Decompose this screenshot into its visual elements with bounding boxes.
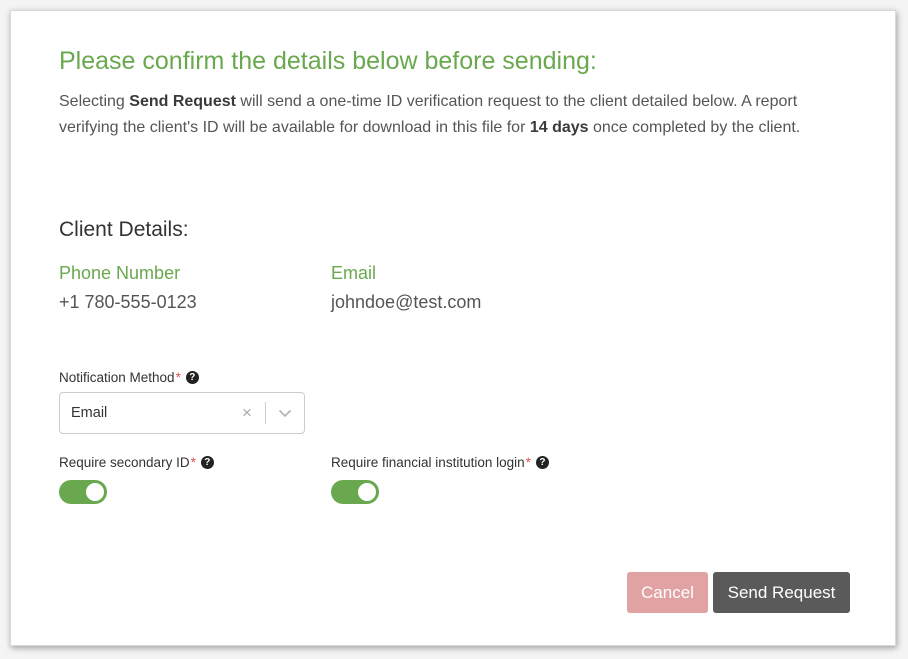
- financial-login-toggle[interactable]: [331, 480, 379, 504]
- phone-number-value: +1 780-555-0123: [59, 292, 197, 312]
- intro-bold-days: 14 days: [529, 119, 589, 136]
- dialog-title: Please confirm the details below before …: [59, 47, 597, 75]
- required-marker: *: [175, 370, 181, 385]
- email-value: johndoe@test.com: [331, 292, 482, 312]
- question-circle-icon[interactable]: ?: [535, 456, 549, 469]
- notification-method-label: Notification Method *?: [59, 370, 199, 385]
- required-marker: *: [525, 455, 531, 470]
- email-label: Email: [331, 263, 377, 283]
- toggle-knob: [358, 483, 376, 501]
- notification-method-select[interactable]: Email ×: [59, 392, 305, 434]
- question-circle-icon[interactable]: ?: [200, 456, 214, 469]
- phone-number-label: Phone Number: [59, 263, 181, 283]
- close-icon[interactable]: ×: [237, 403, 257, 423]
- confirm-dialog: Please confirm the details below before …: [10, 10, 896, 646]
- client-details-heading: Client Details:: [59, 218, 189, 241]
- intro-bold-send-request: Send Request: [129, 93, 236, 110]
- intro-text-3: once completed by the client.: [588, 119, 801, 136]
- notification-method-value: Email: [71, 405, 108, 421]
- dialog-intro: Selecting Send Request will send a one-t…: [59, 89, 849, 141]
- financial-login-label-text: Require financial institution login: [331, 455, 525, 470]
- toggle-knob: [86, 483, 104, 501]
- intro-text-1: Selecting: [59, 93, 130, 110]
- question-circle-icon[interactable]: ?: [185, 371, 199, 384]
- financial-login-label: Require financial institution login *?: [331, 455, 549, 470]
- chevron-down-icon[interactable]: [266, 409, 304, 418]
- secondary-id-label-text: Require secondary ID: [59, 455, 190, 470]
- required-marker: *: [190, 455, 196, 470]
- secondary-id-toggle[interactable]: [59, 480, 107, 504]
- send-request-button[interactable]: Send Request: [713, 572, 850, 613]
- notification-method-label-text: Notification Method: [59, 370, 175, 385]
- cancel-button[interactable]: Cancel: [627, 572, 708, 613]
- secondary-id-label: Require secondary ID *?: [59, 455, 214, 470]
